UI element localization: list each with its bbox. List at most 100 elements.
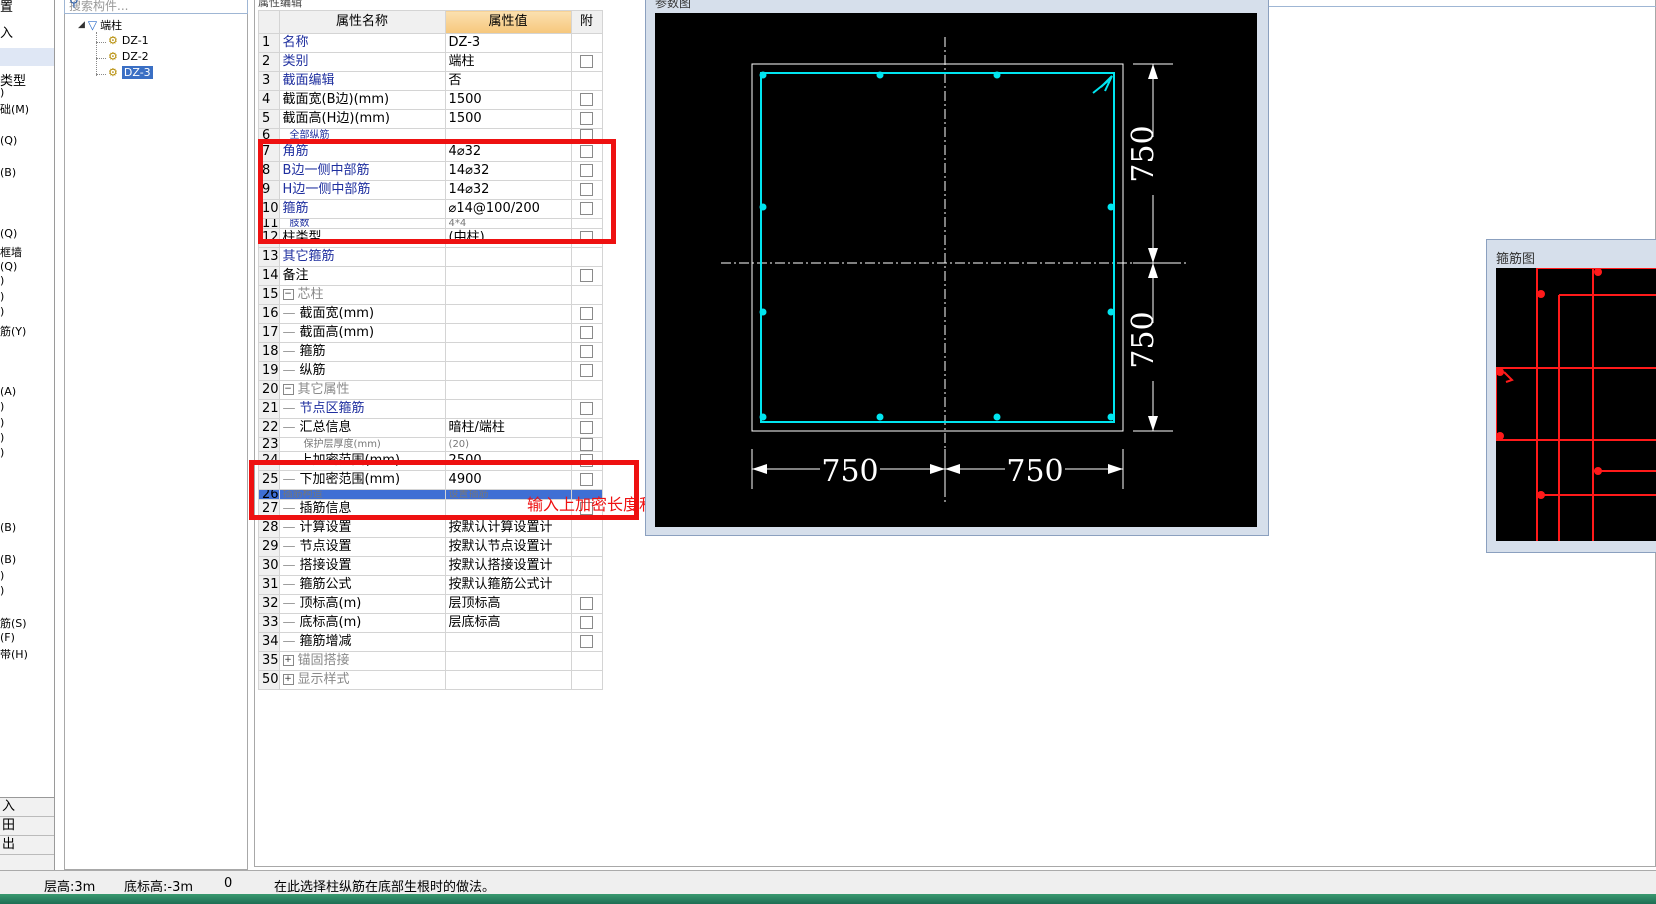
attach-checkbox[interactable] <box>580 55 594 68</box>
left-nav-item[interactable]: (B) <box>0 553 16 566</box>
left-nav-item[interactable]: ) <box>0 305 4 318</box>
table-row[interactable]: 34— 箍筋增减 <box>258 632 603 652</box>
table-row[interactable]: 32— 顶标高(m) 层顶标高 <box>258 594 603 614</box>
search-input[interactable]: 搜索构件... ⚲ <box>64 0 248 14</box>
property-name[interactable]: — 底标高(m) <box>278 613 446 633</box>
property-name[interactable]: + 锚固搭接 <box>278 651 446 671</box>
top-input-field[interactable] <box>1262 0 1656 7</box>
attach-checkbox[interactable] <box>580 345 594 358</box>
table-row[interactable]: 4 截面宽(B边)(mm) 1500 <box>258 90 603 110</box>
table-row[interactable]: 3 截面编辑 否 <box>258 71 603 91</box>
left-nav-item[interactable]: 置 <box>0 0 13 15</box>
property-name[interactable]: — 截面宽(mm) <box>278 304 446 324</box>
table-row[interactable]: 18— 箍筋 <box>258 342 603 362</box>
property-value[interactable] <box>444 285 572 305</box>
property-value[interactable]: (20) <box>444 437 572 452</box>
property-name[interactable]: 截面高(H边)(mm) <box>278 109 446 129</box>
table-row[interactable]: 13 其它箍筋 <box>258 247 603 267</box>
table-row[interactable]: 14 备注 <box>258 266 603 286</box>
property-value[interactable]: DZ-3 <box>444 33 572 53</box>
collapse-minus-icon[interactable]: − <box>282 384 294 395</box>
left-nav-item[interactable]: ) <box>0 569 4 582</box>
property-name[interactable]: — 截面高(mm) <box>278 323 446 343</box>
property-value[interactable]: 1500 <box>444 109 572 129</box>
property-name[interactable]: 保护层厚度(mm) <box>278 437 446 452</box>
property-value[interactable] <box>444 651 572 671</box>
property-value[interactable]: 按默认计算设置计 <box>444 518 572 538</box>
collapse-arrow-icon[interactable]: ◢ <box>78 20 85 30</box>
left-nav-item[interactable]: ) <box>0 446 4 459</box>
property-name[interactable]: — 箍筋公式 <box>278 575 446 595</box>
tree-item-selected[interactable]: ⚙ DZ-3 <box>108 66 153 79</box>
property-value[interactable]: 1500 <box>444 90 572 110</box>
property-name[interactable]: — 节点设置 <box>278 537 446 557</box>
property-value[interactable] <box>444 670 572 690</box>
table-row[interactable]: 17— 截面高(mm) <box>258 323 603 343</box>
left-nav-item[interactable]: (A) <box>0 385 16 398</box>
table-row[interactable]: 33— 底标高(m) 层底标高 <box>258 613 603 633</box>
left-nav-item[interactable]: (Q) <box>0 134 17 147</box>
attach-checkbox[interactable] <box>580 616 594 629</box>
property-name[interactable]: + 显示样式 <box>278 670 446 690</box>
property-value[interactable]: 层顶标高 <box>444 594 572 614</box>
table-row[interactable]: 21— 节点区箍筋 <box>258 399 603 419</box>
left-nav-item[interactable]: (B) <box>0 166 16 179</box>
table-row[interactable]: 22— 汇总信息 暗柱/端柱 <box>258 418 603 438</box>
left-nav-item[interactable]: ) <box>0 274 4 287</box>
tree-item[interactable]: ⚙ DZ-2 <box>108 50 149 63</box>
attach-checkbox[interactable] <box>580 597 594 610</box>
table-row[interactable]: 28— 计算设置 按默认计算设置计 <box>258 518 603 538</box>
table-row[interactable]: 29— 节点设置 按默认节点设置计 <box>258 537 603 557</box>
attach-checkbox[interactable] <box>580 402 594 415</box>
property-value[interactable] <box>444 361 572 381</box>
left-nav-item[interactable]: 入 <box>0 22 13 41</box>
property-name[interactable]: 备注 <box>278 266 446 286</box>
left-nav-item[interactable]: (B) <box>0 521 16 534</box>
left-nav-item[interactable]: ) <box>0 584 4 597</box>
left-nav-item[interactable]: ) <box>0 400 4 413</box>
table-row[interactable]: 15− 芯柱 <box>258 285 603 305</box>
property-name[interactable]: − 其它属性 <box>278 380 446 400</box>
property-name[interactable]: — 计算设置 <box>278 518 446 538</box>
attach-checkbox[interactable] <box>580 269 594 282</box>
left-nav-item[interactable]: ) <box>0 431 4 444</box>
attach-checkbox[interactable] <box>580 326 594 339</box>
property-value[interactable] <box>444 342 572 362</box>
collapse-minus-icon[interactable]: − <box>282 289 294 300</box>
property-name[interactable]: — 纵筋 <box>278 361 446 381</box>
left-nav-item[interactable]: 筋(S) <box>0 615 27 631</box>
attach-checkbox[interactable] <box>580 635 594 648</box>
property-name[interactable]: − 芯柱 <box>278 285 446 305</box>
table-row[interactable]: 2 类别 端柱 <box>258 52 603 72</box>
property-value[interactable] <box>444 304 572 324</box>
tree-root[interactable]: ◢ ▽ 端柱 <box>78 17 122 33</box>
property-name[interactable]: 截面宽(B边)(mm) <box>278 90 446 110</box>
property-value[interactable]: 按默认节点设置计 <box>444 537 572 557</box>
left-nav-item[interactable]: ) <box>0 416 4 429</box>
table-row[interactable]: 19— 纵筋 <box>258 361 603 381</box>
table-row[interactable]: 30— 搭接设置 按默认搭接设置计 <box>258 556 603 576</box>
left-nav-item[interactable]: (Q) <box>0 227 17 240</box>
property-value[interactable]: 暗柱/端柱 <box>444 418 572 438</box>
expand-plus-icon[interactable]: + <box>282 655 294 666</box>
table-row[interactable]: 50 + 显示样式 <box>258 670 603 690</box>
left-nav-item[interactable]: 础(M) <box>0 101 29 117</box>
property-value[interactable] <box>444 323 572 343</box>
left-nav-item[interactable]: (Q) <box>0 260 17 273</box>
property-name[interactable]: — 箍筋增减 <box>278 632 446 652</box>
property-value[interactable] <box>444 266 572 286</box>
property-value[interactable]: 否 <box>444 71 572 91</box>
table-row[interactable]: 1 名称 DZ-3 <box>258 33 603 53</box>
property-name[interactable]: — 汇总信息 <box>278 418 446 438</box>
property-value[interactable]: 端柱 <box>444 52 572 72</box>
property-value[interactable]: 层底标高 <box>444 613 572 633</box>
left-nav-item[interactable]: 筋(Y) <box>0 323 26 339</box>
property-value[interactable]: 按默认箍筋公式计 <box>444 575 572 595</box>
property-value[interactable] <box>444 399 572 419</box>
property-name[interactable]: 截面编辑 <box>278 71 446 91</box>
left-bottom-button[interactable]: 田 <box>0 817 54 836</box>
left-nav-item[interactable]: 框墙 <box>0 244 22 260</box>
left-nav-item[interactable]: ) <box>0 86 4 99</box>
table-row[interactable]: 35 + 锚固搭接 <box>258 651 603 671</box>
property-value[interactable] <box>444 632 572 652</box>
